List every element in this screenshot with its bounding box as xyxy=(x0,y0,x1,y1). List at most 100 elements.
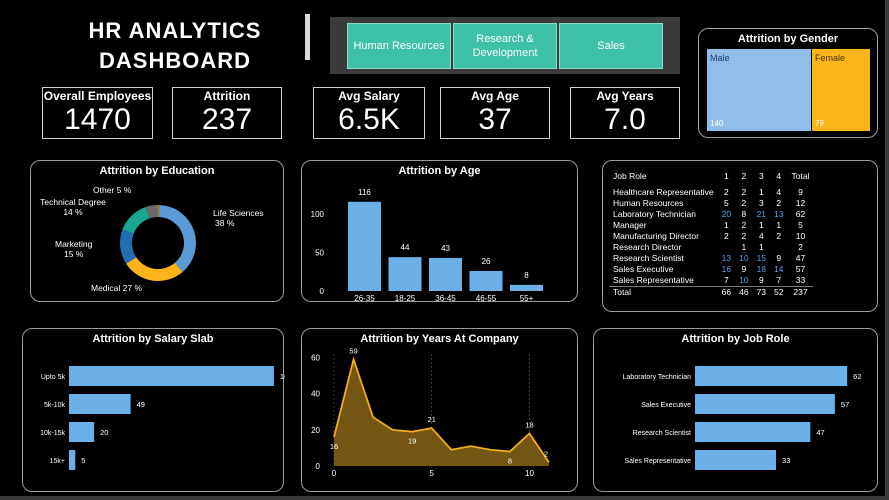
edu-label-name: Other xyxy=(93,185,115,195)
table-cell: 5 xyxy=(798,220,803,230)
table-row-label: Job Role xyxy=(613,170,647,181)
years-panel: Attrition by Years At Company 0 5 10 0 20 40 6… xyxy=(301,328,578,492)
table-cell: 66 xyxy=(721,287,732,297)
salary-bar[interactable] xyxy=(69,366,274,386)
education-donut-chart xyxy=(120,205,196,281)
title-divider xyxy=(305,14,310,60)
slicer-sales[interactable]: Sales xyxy=(559,23,663,69)
table-row-label: Research Scientist xyxy=(613,253,684,263)
job-role-category-label: Laboratory Technician xyxy=(623,374,691,381)
edu-label-pct: 5 % xyxy=(116,185,132,195)
table-cell: 2 xyxy=(741,198,747,208)
job-role-bar[interactable] xyxy=(695,394,835,414)
kpi-label: Avg Salary xyxy=(338,89,400,103)
table-row-label: Human Resources xyxy=(613,198,684,208)
table-cell: 7 xyxy=(776,275,782,285)
kpi-value: 37 xyxy=(478,103,512,136)
table-row-label: Healthcare Representative xyxy=(613,187,714,197)
job-role-table: Job Role 1 2 3 4 Total Healthcare Representati… xyxy=(609,169,814,298)
table-header: Job Role 1 2 3 4 Total xyxy=(609,169,813,183)
salary-slab-bar-chart: Upto 5k 163 5k-10k 49 10k-15k 20 15k+ 5 xyxy=(40,366,285,470)
edu-slice-life-sciences[interactable] xyxy=(159,205,196,272)
edu-slice-technical-degree[interactable] xyxy=(122,207,150,234)
table-cell: 2 xyxy=(724,231,729,241)
table-row-label: Research Director xyxy=(613,242,682,252)
age-panel: Attrition by Age 0 50 100 116 26-35 44 18-25 43… xyxy=(301,160,578,303)
table-cell: 4 xyxy=(776,170,782,181)
edu-label-pct: 15 % xyxy=(63,249,84,259)
table-cell: 73 xyxy=(756,287,767,297)
age-bar-36-45[interactable] xyxy=(429,257,462,291)
table-cell: 62 xyxy=(795,209,806,219)
table-cell: 9 xyxy=(776,253,782,263)
table-row: Human Resources 5 2 3 2 12 xyxy=(609,198,813,209)
age-ytick: 100 xyxy=(311,210,325,219)
table-cell: 237 xyxy=(793,287,808,297)
kpi-label: Avg Years xyxy=(596,89,654,103)
age-xtick: 36-45 xyxy=(435,294,456,303)
job-role-bar[interactable] xyxy=(695,366,848,386)
salary-data-label: 20 xyxy=(100,428,108,437)
gender-male-value: 140 xyxy=(710,119,724,128)
table-cell: 5 xyxy=(724,198,729,208)
kpi-label: Attrition xyxy=(203,89,251,103)
years-ytick: 40 xyxy=(311,390,320,399)
salary-data-label: 49 xyxy=(137,400,145,409)
years-area-chart: 0 5 10 0 20 40 60 16 59 19 21 8 18 2 xyxy=(311,346,550,478)
table-cell: 13 xyxy=(721,253,732,263)
table-cell: 2 xyxy=(741,231,747,241)
table-cell: 10 xyxy=(739,275,749,285)
slicer-human-resources[interactable]: Human Resources xyxy=(347,23,451,69)
table-cell: 9 xyxy=(798,187,803,197)
age-bar-46-55[interactable] xyxy=(469,271,503,291)
age-data-label: 8 xyxy=(524,271,529,280)
job-role-bar-chart: Laboratory Technician 62 Sales Executive 57… xyxy=(623,366,862,470)
salary-category-label: 10k-15k xyxy=(40,430,65,437)
table-cell: 1 xyxy=(776,220,782,230)
gender-male-block[interactable]: Male 140 xyxy=(707,49,811,131)
slicer-research-development[interactable]: Research & Development xyxy=(453,23,557,69)
table-cell: 2 xyxy=(741,220,747,230)
gender-panel: Attrition by Gender Male 140 Female 79 xyxy=(698,28,878,138)
kpi-value: 237 xyxy=(201,103,253,136)
table-cell: 1 xyxy=(758,220,764,230)
table-cell: 2 xyxy=(776,231,782,241)
years-data-label: 8 xyxy=(508,457,512,466)
job-role-bar[interactable] xyxy=(695,422,811,442)
table-cell: 3 xyxy=(758,198,764,208)
table-cell: 1 xyxy=(758,242,764,252)
edu-slice-marketing[interactable] xyxy=(120,229,137,264)
table-cell: 16 xyxy=(721,264,732,274)
table-cell: Total xyxy=(791,170,810,181)
edu-label-marketing: Marketing 15 % xyxy=(55,239,92,259)
years-xtick: 5 xyxy=(430,469,435,478)
kpi-avg-salary: Avg Salary 6.5K xyxy=(313,87,425,139)
age-bar-chart: 0 50 100 116 26-35 44 18-25 43 36-45 26 46-55 8 55+ xyxy=(311,188,543,303)
age-bar-55+[interactable] xyxy=(510,284,543,291)
job-role-data-label: 33 xyxy=(782,456,790,465)
job-role-data-label: 57 xyxy=(841,400,849,409)
years-data-label: 19 xyxy=(408,437,416,446)
job-role-bar[interactable] xyxy=(695,450,776,470)
edu-label-name: Technical Degree xyxy=(40,197,106,207)
table-cell: 2 xyxy=(741,187,747,197)
edu-label-name: Medical xyxy=(91,283,121,293)
kpi-value: 7.0 xyxy=(604,103,646,136)
age-bar-18-25[interactable] xyxy=(388,257,422,291)
kpi-label: Avg Age xyxy=(471,89,519,103)
dashboard-title: HR ANALYTICS DASHBOARD xyxy=(70,16,280,76)
salary-bar[interactable] xyxy=(69,422,95,442)
edu-label-medical: Medical 27 % xyxy=(91,283,142,293)
years-ytick: 60 xyxy=(311,354,320,363)
salary-bar[interactable] xyxy=(69,394,131,414)
salary-bar[interactable] xyxy=(69,450,76,470)
edu-label-life-sciences: Life Sciences 38 % xyxy=(213,208,264,228)
age-bar-26-35[interactable] xyxy=(348,201,381,291)
age-data-label: 43 xyxy=(441,244,450,253)
title-line-2: DASHBOARD xyxy=(99,48,251,73)
table-cell: 2 xyxy=(741,170,747,181)
table-cell: 12 xyxy=(795,198,806,208)
gender-female-block[interactable]: Female 79 xyxy=(812,49,870,131)
edu-slice-medical[interactable] xyxy=(126,257,183,281)
table-row: Manager 1 2 1 1 5 xyxy=(609,220,813,231)
